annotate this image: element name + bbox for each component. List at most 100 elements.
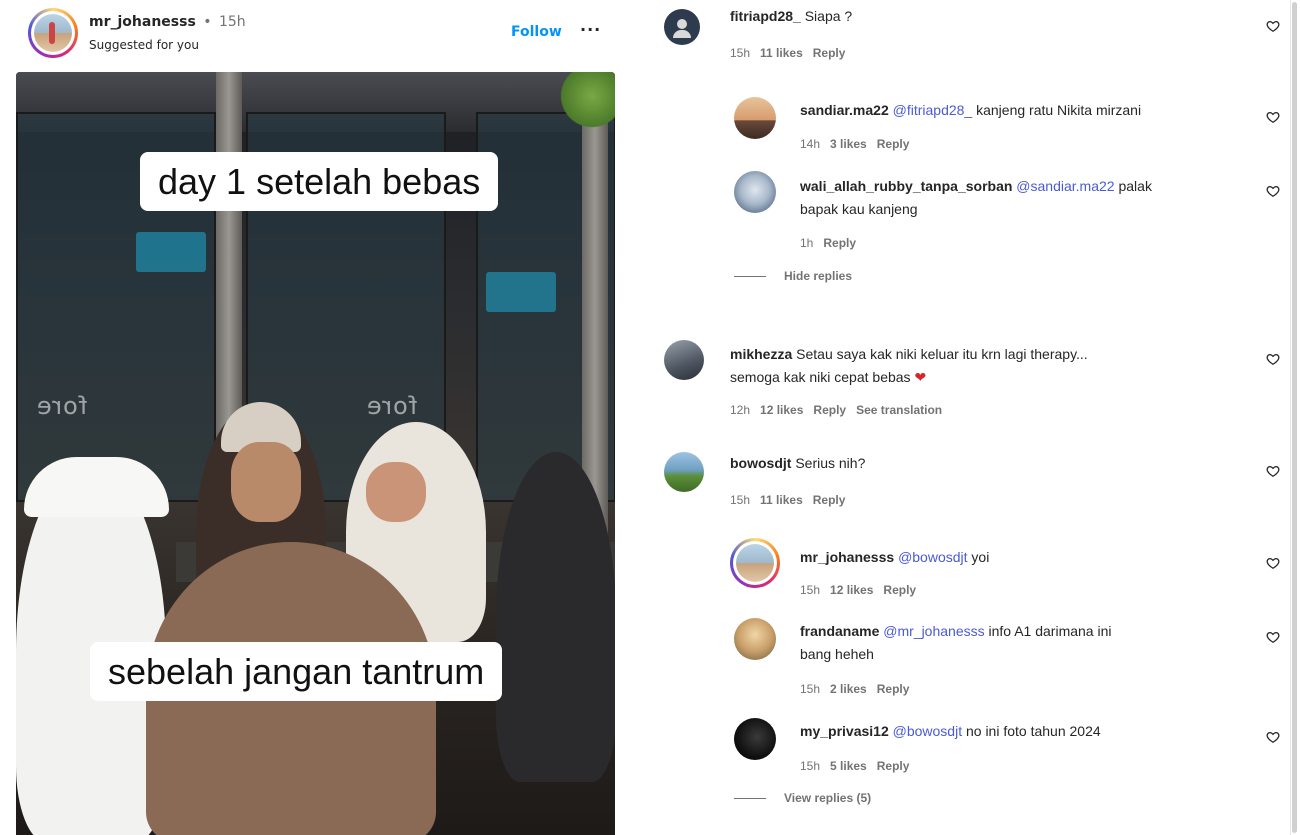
comment-username[interactable]: mr_johanesss	[800, 549, 894, 565]
comment-body: kanjeng ratu Nikita mirzani	[976, 102, 1142, 118]
comment-time: 14h	[800, 137, 821, 151]
author-avatar[interactable]	[28, 8, 78, 58]
white-cap	[24, 457, 169, 517]
comment-username[interactable]: fitriapd28_	[730, 8, 801, 24]
hide-replies-button[interactable]: Hide replies	[734, 269, 852, 283]
plant-leaf	[556, 72, 615, 132]
comment-likes[interactable]: 11 likes	[760, 46, 803, 60]
more-options-icon[interactable]: ···	[580, 20, 601, 39]
comment-body: Serius nih?	[795, 455, 866, 471]
comment-likes[interactable]: 12 likes	[830, 583, 873, 597]
comment-meta: 1h Reply	[800, 236, 866, 250]
comment-meta: 12h 12 likes Reply See translation	[730, 403, 952, 417]
comment-text: frandaname @mr_johanesss info A1 dariman…	[800, 620, 1260, 666]
comment-mention[interactable]: @bowosdjt	[898, 549, 967, 565]
avatar[interactable]	[730, 538, 780, 588]
comment-meta: 15h 2 likes Reply	[800, 682, 919, 696]
comment-time: 1h	[800, 236, 814, 250]
heart-outline-icon[interactable]	[1266, 110, 1280, 124]
comment-body: Setau saya kak niki keluar itu krn lagi …	[796, 346, 1088, 362]
post-header: mr_johanesss • 15h Suggested for you Fol…	[28, 8, 608, 60]
comment-meta: 15h 12 likes Reply	[800, 583, 926, 597]
heart-outline-icon[interactable]	[1266, 630, 1280, 644]
comment-text: bowosdjt Serius nih?	[730, 452, 865, 475]
comment-username[interactable]: mikhezza	[730, 346, 792, 362]
heart-outline-icon[interactable]	[1266, 184, 1280, 198]
reply-button[interactable]: Reply	[823, 236, 856, 250]
reply-button[interactable]: Reply	[813, 46, 846, 60]
comment-mention[interactable]: @mr_johanesss	[883, 623, 984, 639]
avatar[interactable]	[734, 97, 776, 139]
caption-top: day 1 setelah bebas	[140, 152, 499, 212]
comment-likes[interactable]: 5 likes	[830, 759, 867, 773]
comment-mention[interactable]: @sandiar.ma22	[1016, 178, 1114, 194]
follow-button[interactable]: Follow	[511, 24, 562, 40]
comment-likes[interactable]: 12 likes	[760, 403, 803, 417]
post-media[interactable]: fore fore day 1 setelah bebas sebelah ja…	[16, 72, 615, 835]
media-sign	[136, 232, 206, 272]
reply-button[interactable]: Reply	[877, 759, 910, 773]
avatar[interactable]	[664, 340, 704, 380]
reply-button[interactable]: Reply	[813, 493, 846, 507]
avatar[interactable]	[664, 452, 704, 492]
caption-bottom: sebelah jangan tantrum	[90, 642, 503, 702]
avatar[interactable]	[734, 618, 776, 660]
author-line: mr_johanesss • 15h	[89, 14, 246, 30]
media-sign	[486, 272, 556, 312]
face	[366, 462, 426, 522]
reply-button[interactable]: Reply	[883, 583, 916, 597]
comment-meta: 15h 11 likes Reply	[730, 46, 855, 60]
comment-username[interactable]: sandiar.ma22	[800, 102, 889, 118]
separator-dot: •	[203, 14, 212, 30]
face	[231, 442, 301, 522]
media-pillar	[582, 72, 608, 542]
scrollbar-thumb[interactable]	[1292, 2, 1297, 833]
comment-time: 15h	[730, 46, 751, 60]
view-replies-button[interactable]: View replies (5)	[734, 791, 871, 805]
red-heart-emoji: ❤	[914, 369, 927, 385]
fore-watermark: fore	[366, 392, 418, 420]
comment-text: wali_allah_rubby_tanpa_sorban @sandiar.m…	[800, 175, 1260, 221]
reply-button[interactable]: Reply	[877, 137, 910, 151]
comment-text: mr_johanesss @bowosdjt yoi	[800, 546, 989, 569]
comment-body: info A1 darimana ini	[988, 623, 1112, 639]
comment-meta: 15h 11 likes Reply	[730, 493, 855, 507]
comment-username[interactable]: my_privasi12	[800, 723, 889, 739]
comment-body: no ini foto tahun 2024	[965, 723, 1101, 739]
reply-button[interactable]: Reply	[813, 403, 846, 417]
comment-text: my_privasi12 @bowosdjt no ini foto tahun…	[800, 720, 1101, 743]
heart-outline-icon[interactable]	[1266, 19, 1280, 33]
comment-mention[interactable]: @fitriapd28_	[893, 102, 973, 118]
comment-likes[interactable]: 11 likes	[760, 493, 803, 507]
see-translation-button[interactable]: See translation	[856, 403, 942, 417]
comments-panel: fitriapd28_ Siapa ? 15h 11 likes Reply san…	[620, 0, 1295, 835]
post-time: 15h	[218, 14, 246, 30]
comment-mention[interactable]: @bowosdjt	[893, 723, 962, 739]
comment-text: mikhezza Setau saya kak niki keluar itu …	[730, 343, 1230, 389]
comment-body: bapak kau kanjeng	[800, 201, 918, 217]
comment-body: Siapa ?	[804, 8, 853, 24]
comment-time: 12h	[730, 403, 751, 417]
comment-body: yoi	[971, 549, 990, 565]
reply-button[interactable]: Reply	[877, 682, 910, 696]
heart-outline-icon[interactable]	[1266, 464, 1280, 478]
heart-outline-icon[interactable]	[1266, 556, 1280, 570]
comment-likes[interactable]: 3 likes	[830, 137, 867, 151]
comment-time: 15h	[800, 682, 821, 696]
fore-watermark: fore	[36, 392, 88, 420]
author-username[interactable]: mr_johanesss	[89, 14, 196, 30]
comment-meta: 15h 5 likes Reply	[800, 759, 919, 773]
comment-username[interactable]: bowosdjt	[730, 455, 791, 471]
comment-time: 15h	[800, 583, 821, 597]
comment-body: palak	[1118, 178, 1152, 194]
comment-time: 15h	[730, 493, 751, 507]
comment-username[interactable]: wali_allah_rubby_tanpa_sorban	[800, 178, 1012, 194]
comment-username[interactable]: frandaname	[800, 623, 879, 639]
heart-outline-icon[interactable]	[1266, 730, 1280, 744]
heart-outline-icon[interactable]	[1266, 352, 1280, 366]
comment-likes[interactable]: 2 likes	[830, 682, 867, 696]
avatar[interactable]	[734, 718, 776, 760]
avatar[interactable]	[734, 171, 776, 213]
comment-body: semoga kak niki cepat bebas	[730, 369, 911, 385]
avatar[interactable]	[664, 9, 700, 45]
